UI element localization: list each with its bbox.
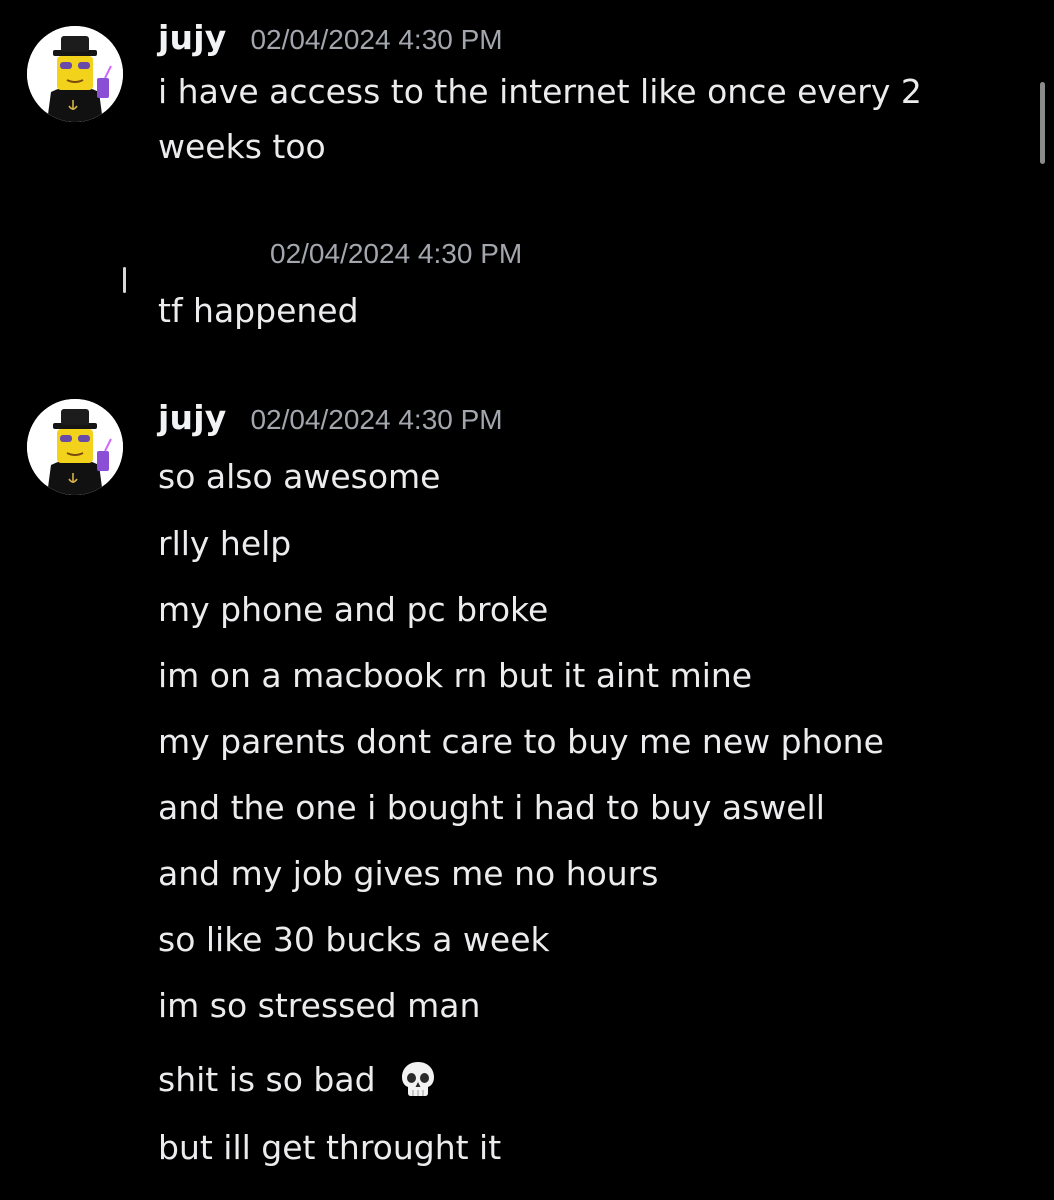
user-avatar[interactable] [27,399,123,495]
message-text-with-emoji: shit is so bad [158,1052,438,1107]
message-text: so like 30 bucks a week [158,920,550,959]
message-text: and my job gives me no hours [158,854,659,893]
message-text: i have access to the internet like once … [158,72,922,166]
scrollbar-thumb[interactable] [1040,82,1045,164]
timestamp: 02/04/2024 4:30 PM [250,404,503,435]
message-header: jujy 02/04/2024 4:30 PM [158,398,503,437]
message-text: shit is so bad [158,1060,376,1099]
message-text: so also awesome [158,457,441,496]
message-text: but ill get throught it [158,1128,502,1167]
message-text: im so stressed man [158,986,481,1025]
avatar-image [27,26,123,122]
message-text: rlly help [158,524,292,563]
username[interactable]: jujy [158,398,226,437]
timestamp: 02/04/2024 4:30 PM [250,24,503,55]
avatar-image [27,399,123,495]
skull-icon [402,1062,435,1096]
message-header: 02/04/2024 4:30 PM [270,238,522,270]
message-text: my parents dont care to buy me new phone [158,722,884,761]
message-text: my phone and pc broke [158,590,549,629]
username[interactable]: jujy [158,18,226,57]
message-header: jujy 02/04/2024 4:30 PM [158,18,503,57]
message-text: tf happened [158,291,359,330]
redacted-avatar [123,267,126,293]
message-text: and the one i bought i had to buy aswell [158,788,825,827]
chat-message-list[interactable]: jujy 02/04/2024 4:30 PM i have access to… [0,0,1054,1200]
message-text: im on a macbook rn but it aint mine [158,656,753,695]
timestamp: 02/04/2024 4:30 PM [270,238,523,269]
user-avatar[interactable] [27,26,123,122]
